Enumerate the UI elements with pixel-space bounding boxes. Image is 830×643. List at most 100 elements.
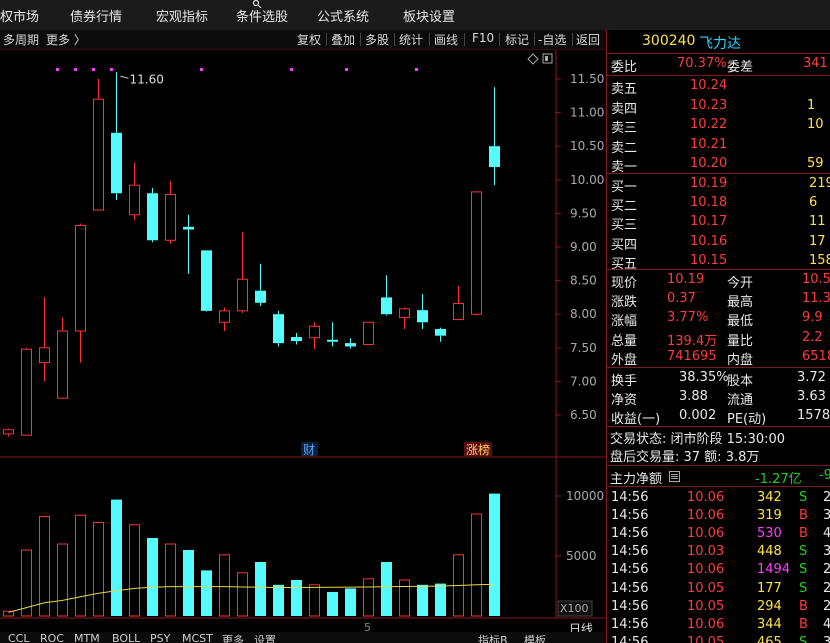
- menu-item-macro[interactable]: 宏观指标: [156, 6, 208, 25]
- candle-body: [165, 194, 176, 241]
- volume-bar: [435, 583, 446, 616]
- indicator-tab-settings[interactable]: 设置: [254, 632, 276, 643]
- toolbar-button-draw-line[interactable]: 画线: [434, 31, 458, 48]
- tick-volume: 177: [757, 580, 782, 596]
- indicator-tab-roc[interactable]: ROC: [40, 632, 64, 643]
- stat-value: 2.2: [802, 329, 823, 345]
- ask-row: 卖一 10.20 59: [607, 155, 830, 175]
- weibi-row: 委比 70.37% 委差 341: [607, 55, 830, 75]
- candle-body: [381, 297, 392, 315]
- stat-value: 10.19: [667, 272, 705, 287]
- stat2-label: 股本: [727, 374, 754, 389]
- volume-bar: [471, 513, 482, 617]
- indicator-tab-boll[interactable]: BOLL: [112, 632, 140, 643]
- tick-time: 14:56: [611, 562, 649, 578]
- stat-value: 11.3: [802, 291, 830, 307]
- volume-bar: [129, 524, 140, 617]
- volume-bar: [255, 562, 266, 616]
- volume-bar: [183, 550, 194, 616]
- diamond-icon[interactable]: [527, 53, 539, 65]
- tick-side: S: [799, 490, 808, 505]
- ask-price: 10.21: [690, 136, 728, 152]
- stat-row: 涨幅 3.77% 最低 9.9: [607, 309, 830, 329]
- menu-item-stock-screener[interactable]: 条件选股: [236, 6, 288, 25]
- menu-item-formula-system[interactable]: 公式系统: [317, 6, 369, 25]
- volume-bar: [309, 584, 320, 617]
- volume-bar: [345, 588, 356, 616]
- bid-row: 买三 10.17 11: [607, 213, 830, 233]
- menu-item-bonds[interactable]: 债券行情: [70, 6, 122, 25]
- indicator-tab-mtm[interactable]: MTM: [74, 632, 100, 643]
- period-menu[interactable]: 多周期: [3, 31, 39, 48]
- volume-bar: [75, 514, 86, 617]
- indicator-tab-psy[interactable]: PSY: [150, 632, 170, 643]
- toolbar-button-statistics[interactable]: 统计: [399, 31, 423, 48]
- indicator-tab-mcst[interactable]: MCST: [182, 632, 213, 643]
- stat-label: 现价: [611, 276, 638, 291]
- price-tick-label: 10.50: [570, 139, 604, 153]
- stat2-value: 38.35%: [679, 370, 729, 385]
- menu-item-sector-settings[interactable]: 板块设置: [403, 6, 455, 25]
- toolbar-divider: [429, 33, 430, 46]
- stat-label: 今开: [727, 276, 754, 291]
- tick-row: 14:56 10.06 319 B3: [607, 507, 830, 526]
- toolbar-button-watchlist[interactable]: -自选: [538, 31, 566, 48]
- candle-body: [435, 328, 446, 336]
- kline-chart[interactable]: 11.50 11.00 10.50 10.00 9.50 9.00 8.50 8.00 7.50…: [0, 50, 605, 643]
- toolbar-button-f10[interactable]: F10: [472, 31, 494, 45]
- stat-label: 量比: [727, 333, 754, 349]
- signal-dot: [290, 68, 293, 71]
- toolbar-button-multi-stock[interactable]: 多股: [365, 31, 389, 48]
- main-flow-row[interactable]: 主力净额 -1.27亿 -9: [607, 467, 830, 487]
- bid-volume: 6: [809, 195, 818, 211]
- volume-bar: [381, 562, 392, 616]
- template-button[interactable]: 模板: [524, 632, 546, 643]
- menu-item-market[interactable]: 权市场: [0, 6, 39, 25]
- candle-body: [237, 278, 248, 312]
- tick-volume: 344: [757, 616, 782, 632]
- stat-label: 总量: [611, 333, 638, 349]
- tick-time: 14:56: [611, 526, 649, 542]
- tick-side: S: [799, 544, 808, 560]
- candle-body: [57, 330, 68, 399]
- toolbar-divider: [534, 33, 535, 46]
- ask-level-label: 卖二: [611, 140, 638, 156]
- ask-volume: 59: [807, 156, 824, 171]
- stat2-value: 0.002: [679, 408, 717, 423]
- ask-price: 10.24: [690, 78, 728, 93]
- toolbar-divider: [360, 33, 361, 46]
- indicator-b-button[interactable]: 指标B: [478, 632, 508, 643]
- toolbar-button-overlay[interactable]: 叠加: [331, 31, 355, 48]
- stat-row: 涨跌 0.37 最高 11.3: [607, 290, 830, 310]
- tick-side: S: [799, 562, 808, 578]
- volume-bar: [399, 579, 410, 617]
- stat2-label: 收益(一): [611, 412, 661, 427]
- bid-price: 10.19: [690, 176, 728, 191]
- more-menu[interactable]: 更多 〉: [46, 31, 86, 48]
- indicator-tab-more[interactable]: 更多: [222, 632, 244, 643]
- candle-body: [489, 146, 500, 168]
- list-icon[interactable]: [669, 471, 680, 482]
- tick-count: 2: [823, 490, 830, 505]
- main-flow-value: -1.27亿: [755, 472, 802, 487]
- candle-body: [3, 429, 14, 435]
- limit-list-badge[interactable]: 涨榜: [466, 442, 490, 457]
- stock-header: 300240 飞力达: [607, 30, 830, 54]
- bid-price: 10.16: [690, 233, 728, 249]
- stat2-row: 收益(一) 0.002 PE(动) 1578: [607, 407, 830, 427]
- volume-bar: [21, 549, 32, 617]
- toolbar-button-mark[interactable]: 标记: [505, 31, 529, 48]
- bid-row: 买二 10.18 6: [607, 194, 830, 214]
- finance-badge[interactable]: 财: [303, 443, 315, 457]
- tick-row: 14:56 10.06 530 B4: [607, 525, 830, 544]
- volume-bar: [39, 515, 50, 617]
- toolbar-button-restore-rights[interactable]: 复权: [297, 31, 321, 48]
- ask-volume: 10: [807, 117, 824, 132]
- tick-volume: 1494: [757, 562, 791, 578]
- toolbar-button-back[interactable]: 返回: [576, 31, 600, 48]
- indicator-tab-ccl[interactable]: CCL: [8, 632, 30, 643]
- volume-bar: [57, 543, 68, 617]
- tick-side: B: [799, 598, 808, 614]
- stat-value: 741695: [667, 348, 717, 364]
- stat-label: 内盘: [727, 352, 754, 368]
